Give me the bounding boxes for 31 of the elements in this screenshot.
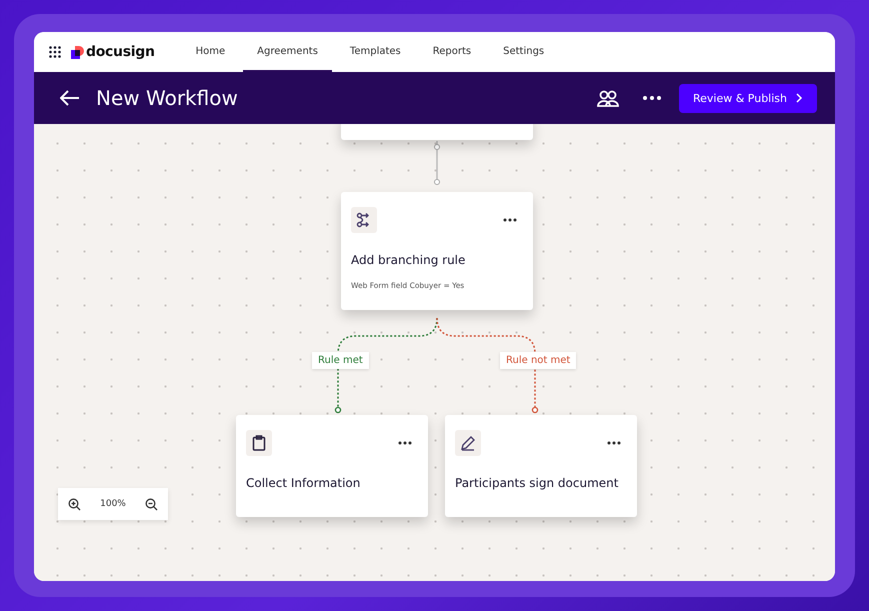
nav-tab[interactable]: Reports	[418, 32, 486, 72]
clipboard-icon	[252, 435, 266, 451]
more-icon[interactable]	[607, 441, 621, 445]
zoom-out-icon[interactable]	[145, 498, 158, 510]
logo-icon	[71, 46, 84, 58]
workflow-card[interactable]: Participants sign document	[445, 415, 637, 517]
connector-line	[434, 141, 440, 185]
connector-dot	[334, 406, 342, 414]
zoom-in-icon[interactable]	[68, 498, 81, 510]
more-icon[interactable]	[503, 218, 517, 222]
pen-icon	[460, 435, 476, 451]
branch-label: Rule met	[312, 352, 369, 369]
branch-label: Rule not met	[500, 352, 576, 369]
step-title: Participants sign document	[455, 476, 620, 490]
apps-grid-icon[interactable]	[49, 46, 61, 58]
more-icon[interactable]	[398, 441, 412, 445]
workflow-title: New Workflow	[96, 86, 238, 110]
brand-name: docusign	[86, 44, 155, 60]
review-publish-button[interactable]: Review & Publish	[678, 84, 817, 112]
nav-tab[interactable]: Settings	[489, 32, 558, 72]
step-title: Collect Information	[246, 476, 362, 490]
connector-dot	[532, 406, 538, 414]
back-arrow-icon[interactable]	[60, 90, 80, 106]
people-icon[interactable]	[596, 89, 619, 107]
chevron-right-icon	[795, 93, 803, 103]
more-icon[interactable]	[642, 96, 661, 100]
nav-tab[interactable]: Templates	[336, 32, 415, 72]
step-title: Add branching rule	[351, 253, 466, 267]
workflow-card[interactable]: Collect Information	[236, 415, 428, 517]
nav-tab[interactable]: Home	[182, 32, 240, 72]
zoom-level: 100%	[100, 499, 126, 509]
